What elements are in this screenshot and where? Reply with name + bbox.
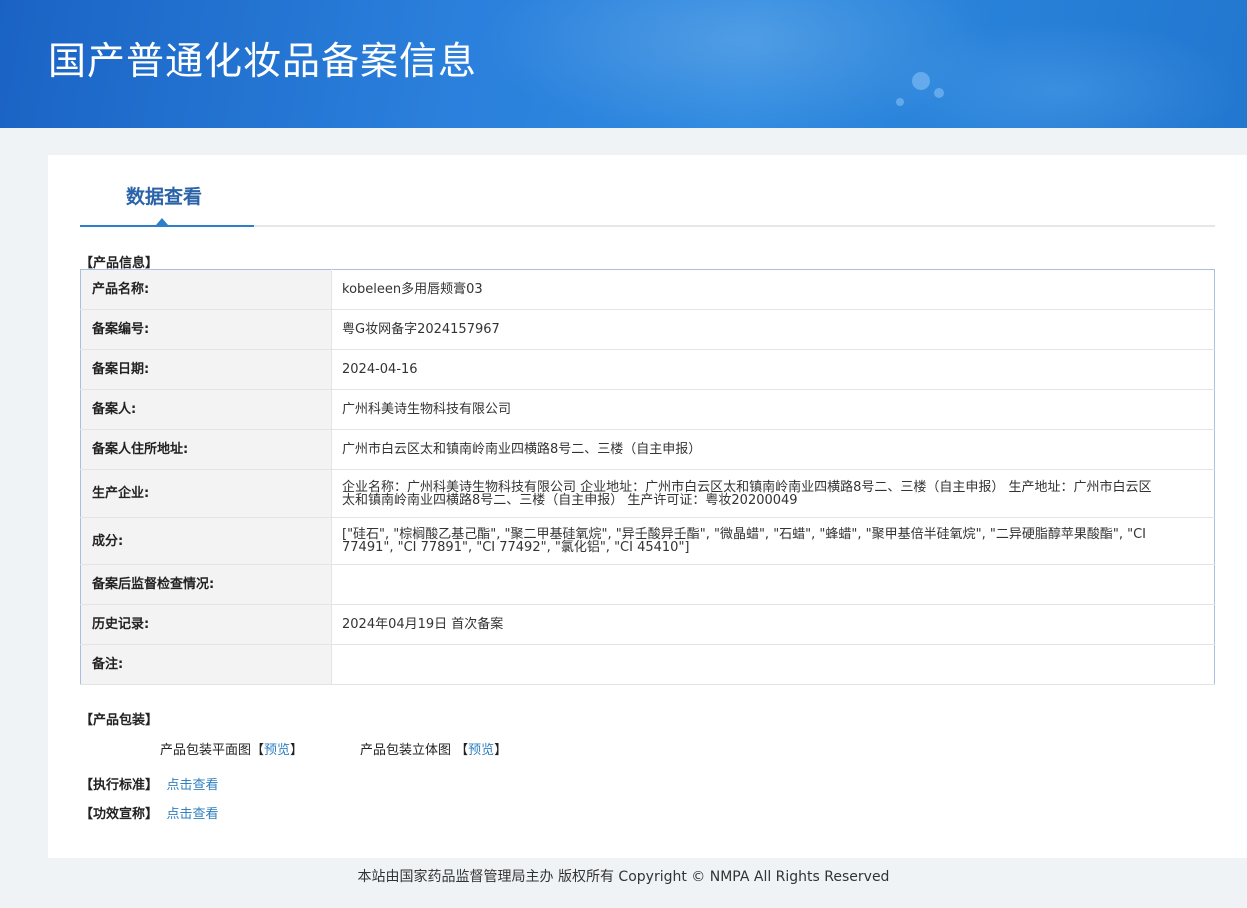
table-row: 备案后监督检查情况: [80,564,1215,605]
packaging-title: 【产品包装】 [80,713,159,728]
row-label: 备案人: [80,389,332,430]
tab-bar: 数据查看 [80,155,1215,227]
row-value: 广州科美诗生物科技有限公司 [331,389,1215,430]
table-row: 备案人住所地址: 广州市白云区太和镇南岭南业四横路8号二、三楼（自主申报） [80,429,1215,470]
package-stereo-preview-link[interactable]: 预览 [468,743,494,758]
table-row: 备注: [80,644,1215,685]
banner-decoration [934,88,944,98]
row-value: 广州市白云区太和镇南岭南业四横路8号二、三楼（自主申报） [331,429,1215,470]
row-label: 生产企业: [80,469,332,518]
banner-decoration [896,98,904,106]
row-label: 备案后监督检查情况: [80,564,332,605]
row-value: kobeleen多用唇颊膏03 [331,269,1215,310]
package-stereo-item: 产品包装立体图 【预览】 [360,743,508,758]
standard-view-link[interactable]: 点击查看 [167,778,219,793]
row-value: 粤G妆网备字2024157967 [331,309,1215,350]
efficacy-row: 【功效宣称】 点击查看 [80,803,219,822]
tab-label: 数据查看 [126,186,203,208]
row-label: 成分: [80,517,332,565]
row-value: 企业名称：广州科美诗生物科技有限公司 企业地址：广州市白云区太和镇南岭南业四横路… [331,469,1215,518]
table-row: 历史记录: 2024年04月19日 首次备案 [80,604,1215,645]
standard-row: 【执行标准】 点击查看 [80,774,219,793]
tab-data-view[interactable]: 数据查看 [80,155,254,227]
table-row: 产品名称: kobeleen多用唇颊膏03 [80,269,1215,310]
table-row: 备案编号: 粤G妆网备字2024157967 [80,309,1215,350]
row-value [331,644,1215,685]
header-banner: 国产普通化妆品备案信息 [0,0,1247,128]
efficacy-view-link[interactable]: 点击查看 [167,807,219,822]
table-row: 备案人: 广州科美诗生物科技有限公司 [80,389,1215,430]
row-value: ["硅石", "棕榈酸乙基己酯", "聚二甲基硅氧烷", "异壬酸异壬酯", "… [331,517,1215,565]
content-card: 数据查看 【产品信息】 产品名称: kobeleen多用唇颊膏03 备案编号: 粤G妆… [48,155,1247,858]
package-flat-item: 产品包装平面图【预览】 [160,743,304,758]
table-row: 成分: ["硅石", "棕榈酸乙基己酯", "聚二甲基硅氧烷", "异壬酸异壬酯"… [80,517,1215,565]
row-value: 2024年04月19日 首次备案 [331,604,1215,645]
row-value [331,564,1215,605]
tab-caret-icon [156,218,168,225]
package-flat-label: 产品包装平面图 [160,743,252,758]
row-label: 备案人住所地址: [80,429,332,470]
row-label: 备案编号: [80,309,332,350]
package-stereo-label: 产品包装立体图 [360,743,452,758]
table-row: 生产企业: 企业名称：广州科美诗生物科技有限公司 企业地址：广州市白云区太和镇南岭… [80,469,1215,518]
product-info-table: 产品名称: kobeleen多用唇颊膏03 备案编号: 粤G妆网备字202415796… [80,269,1215,685]
package-flat-preview-link[interactable]: 预览 [264,743,290,758]
efficacy-label: 【功效宣称】 [80,807,159,822]
footer: 本站由国家药品监督管理局主办 版权所有 Copyright © NMPA All… [357,869,890,885]
page-title: 国产普通化妆品备案信息 [48,39,478,83]
row-label: 备案日期: [80,349,332,390]
banner-decoration [912,72,930,90]
row-label: 历史记录: [80,604,332,645]
row-value: 2024-04-16 [331,349,1215,390]
table-row: 备案日期: 2024-04-16 [80,349,1215,390]
standard-label: 【执行标准】 [80,778,159,793]
row-label: 产品名称: [80,269,332,310]
row-label: 备注: [80,644,332,685]
